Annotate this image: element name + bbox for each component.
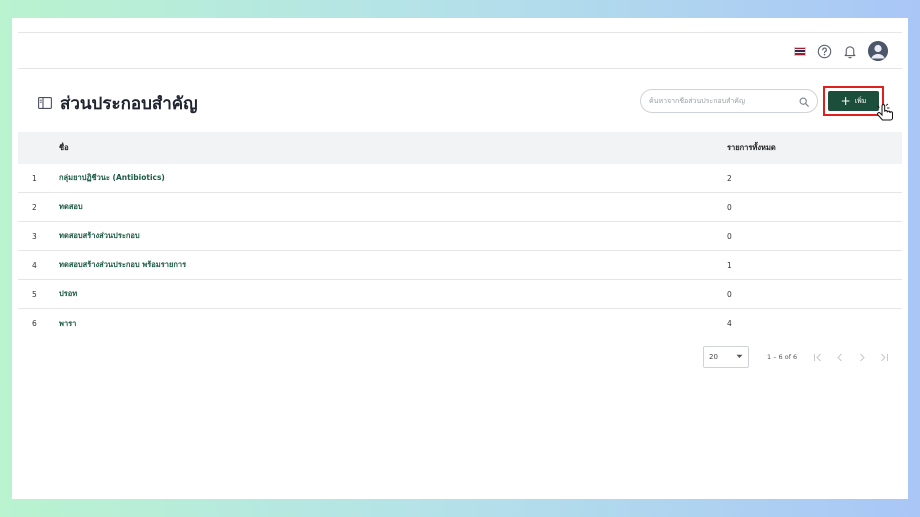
row-name[interactable]: ปรอท	[59, 288, 727, 300]
header-total[interactable]: รายการทั้งหมด	[727, 142, 902, 154]
row-index: 5	[32, 289, 37, 299]
top-header	[18, 33, 902, 69]
prev-page-icon[interactable]	[829, 349, 851, 365]
caret-down-icon	[736, 353, 743, 361]
range-label: 1 – 6 of 6	[767, 353, 798, 361]
page-size-select[interactable]: 20	[703, 346, 749, 368]
add-button[interactable]: + เพิ่ม	[828, 91, 879, 111]
search-input[interactable]	[649, 97, 799, 105]
row-total: 0	[727, 202, 732, 212]
paginator: 20 1 – 6 of 6	[703, 346, 895, 368]
page-title-row: ส่วนประกอบสำคัญ	[38, 90, 198, 117]
header-actions	[794, 41, 888, 61]
next-page-icon[interactable]	[851, 349, 873, 365]
sidebar-panel-icon[interactable]	[38, 94, 52, 113]
table-row[interactable]: 5 ปรอท 0	[18, 280, 902, 309]
app-frame: ส่วนประกอบสำคัญ + เพิ่ม ชื่อ รายการทั้งห…	[12, 18, 908, 499]
last-page-icon[interactable]	[873, 349, 895, 365]
row-name[interactable]: ทดสอบสร้างส่วนประกอบ พร้อมรายการ	[59, 259, 727, 271]
row-index: 4	[32, 260, 37, 270]
search-icon[interactable]	[799, 92, 809, 111]
row-index: 2	[32, 202, 37, 212]
row-total: 4	[727, 319, 732, 328]
avatar[interactable]	[868, 41, 888, 61]
table-row[interactable]: 1 กลุ่มยาปฏิชีวนะ (Antibiotics) 2	[18, 164, 902, 193]
row-total: 1	[727, 260, 732, 270]
plus-icon: +	[840, 94, 851, 108]
first-page-icon[interactable]	[807, 349, 829, 365]
row-name[interactable]: ทดสอบ	[59, 201, 727, 213]
search-box	[640, 89, 818, 113]
page-nav	[807, 349, 895, 365]
table-row[interactable]: 4 ทดสอบสร้างส่วนประกอบ พร้อมรายการ 1	[18, 251, 902, 280]
hand-cursor-icon	[875, 102, 897, 124]
header-name[interactable]: ชื่อ	[59, 142, 727, 154]
row-name[interactable]: พารา	[59, 318, 727, 330]
row-index: 3	[32, 231, 37, 241]
add-button-label: เพิ่ม	[854, 96, 867, 105]
components-table: ชื่อ รายการทั้งหมด 1 กลุ่มยาปฏิชีวนะ (An…	[18, 132, 902, 338]
table-header: ชื่อ รายการทั้งหมด	[18, 132, 902, 164]
page-size-value: 20	[709, 353, 718, 361]
row-index: 1	[32, 173, 37, 183]
page-title: ส่วนประกอบสำคัญ	[60, 94, 198, 114]
row-index: 6	[32, 319, 37, 328]
help-icon[interactable]	[816, 43, 832, 59]
row-total: 0	[727, 289, 732, 299]
table-row[interactable]: 3 ทดสอบสร้างส่วนประกอบ 0	[18, 222, 902, 251]
thai-flag-icon[interactable]	[794, 46, 806, 56]
bell-icon[interactable]	[842, 43, 858, 59]
row-total: 0	[727, 231, 732, 241]
row-name[interactable]: ทดสอบสร้างส่วนประกอบ	[59, 230, 727, 242]
table-row[interactable]: 6 พารา 4	[18, 309, 902, 338]
row-total: 2	[727, 173, 732, 183]
table-row[interactable]: 2 ทดสอบ 0	[18, 193, 902, 222]
row-name[interactable]: กลุ่มยาปฏิชีวนะ (Antibiotics)	[59, 172, 727, 184]
